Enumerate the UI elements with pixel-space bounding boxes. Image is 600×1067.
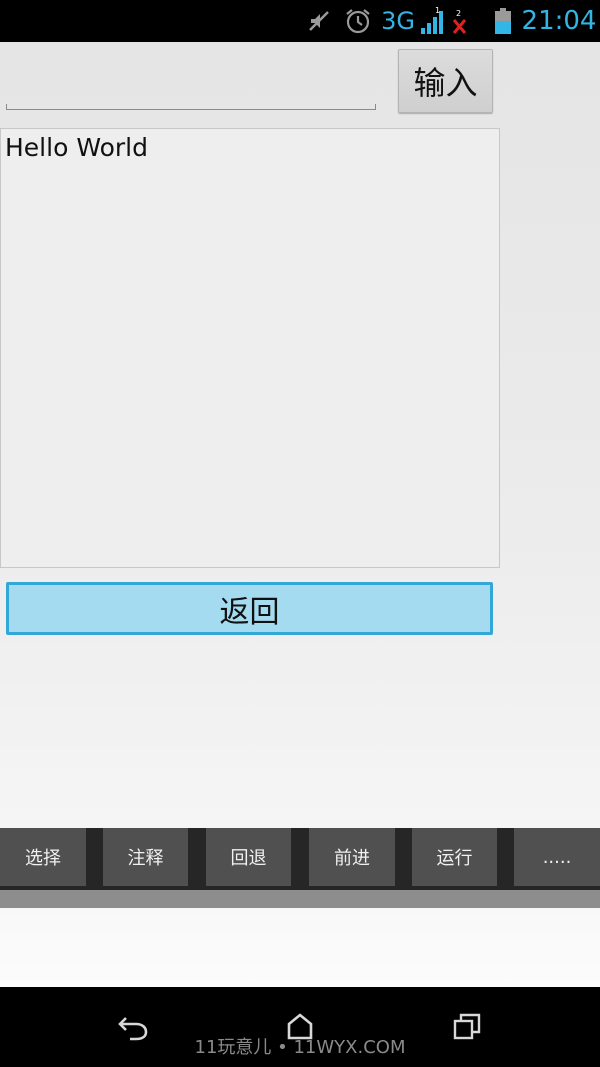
battery-icon <box>492 0 514 42</box>
sim1-label: 1 <box>435 6 440 15</box>
undo-button[interactable]: 回退 <box>206 828 291 886</box>
toolbar-base <box>0 890 600 908</box>
code-input[interactable] <box>6 52 380 110</box>
redo-button[interactable]: 前进 <box>309 828 395 886</box>
sim2-label: 2 <box>456 9 461 18</box>
back-button[interactable]: 返回 <box>6 582 493 635</box>
editor-toolbar: 选择 注释 回退 前进 运行 ..... <box>0 828 600 890</box>
output-area: Hello World <box>0 128 500 568</box>
no-signal-icon: 2 <box>448 0 472 42</box>
select-button[interactable]: 选择 <box>0 828 86 886</box>
alarm-icon <box>340 0 376 42</box>
watermark-text: 11玩意儿 • 11WYX.COM <box>194 1037 406 1058</box>
status-bar: 3G 1 2 21:04 <box>0 0 600 42</box>
mute-icon <box>302 0 336 42</box>
input-underline <box>6 104 376 110</box>
clock: 21:04 <box>521 6 597 36</box>
network-type-label: 3G <box>381 7 415 35</box>
signal-icon: 1 <box>418 0 446 42</box>
input-button[interactable]: 输入 <box>398 49 493 113</box>
more-button[interactable]: ..... <box>514 828 600 886</box>
comment-button[interactable]: 注释 <box>103 828 188 886</box>
output-text: Hello World <box>5 133 148 162</box>
run-button[interactable]: 运行 <box>412 828 497 886</box>
